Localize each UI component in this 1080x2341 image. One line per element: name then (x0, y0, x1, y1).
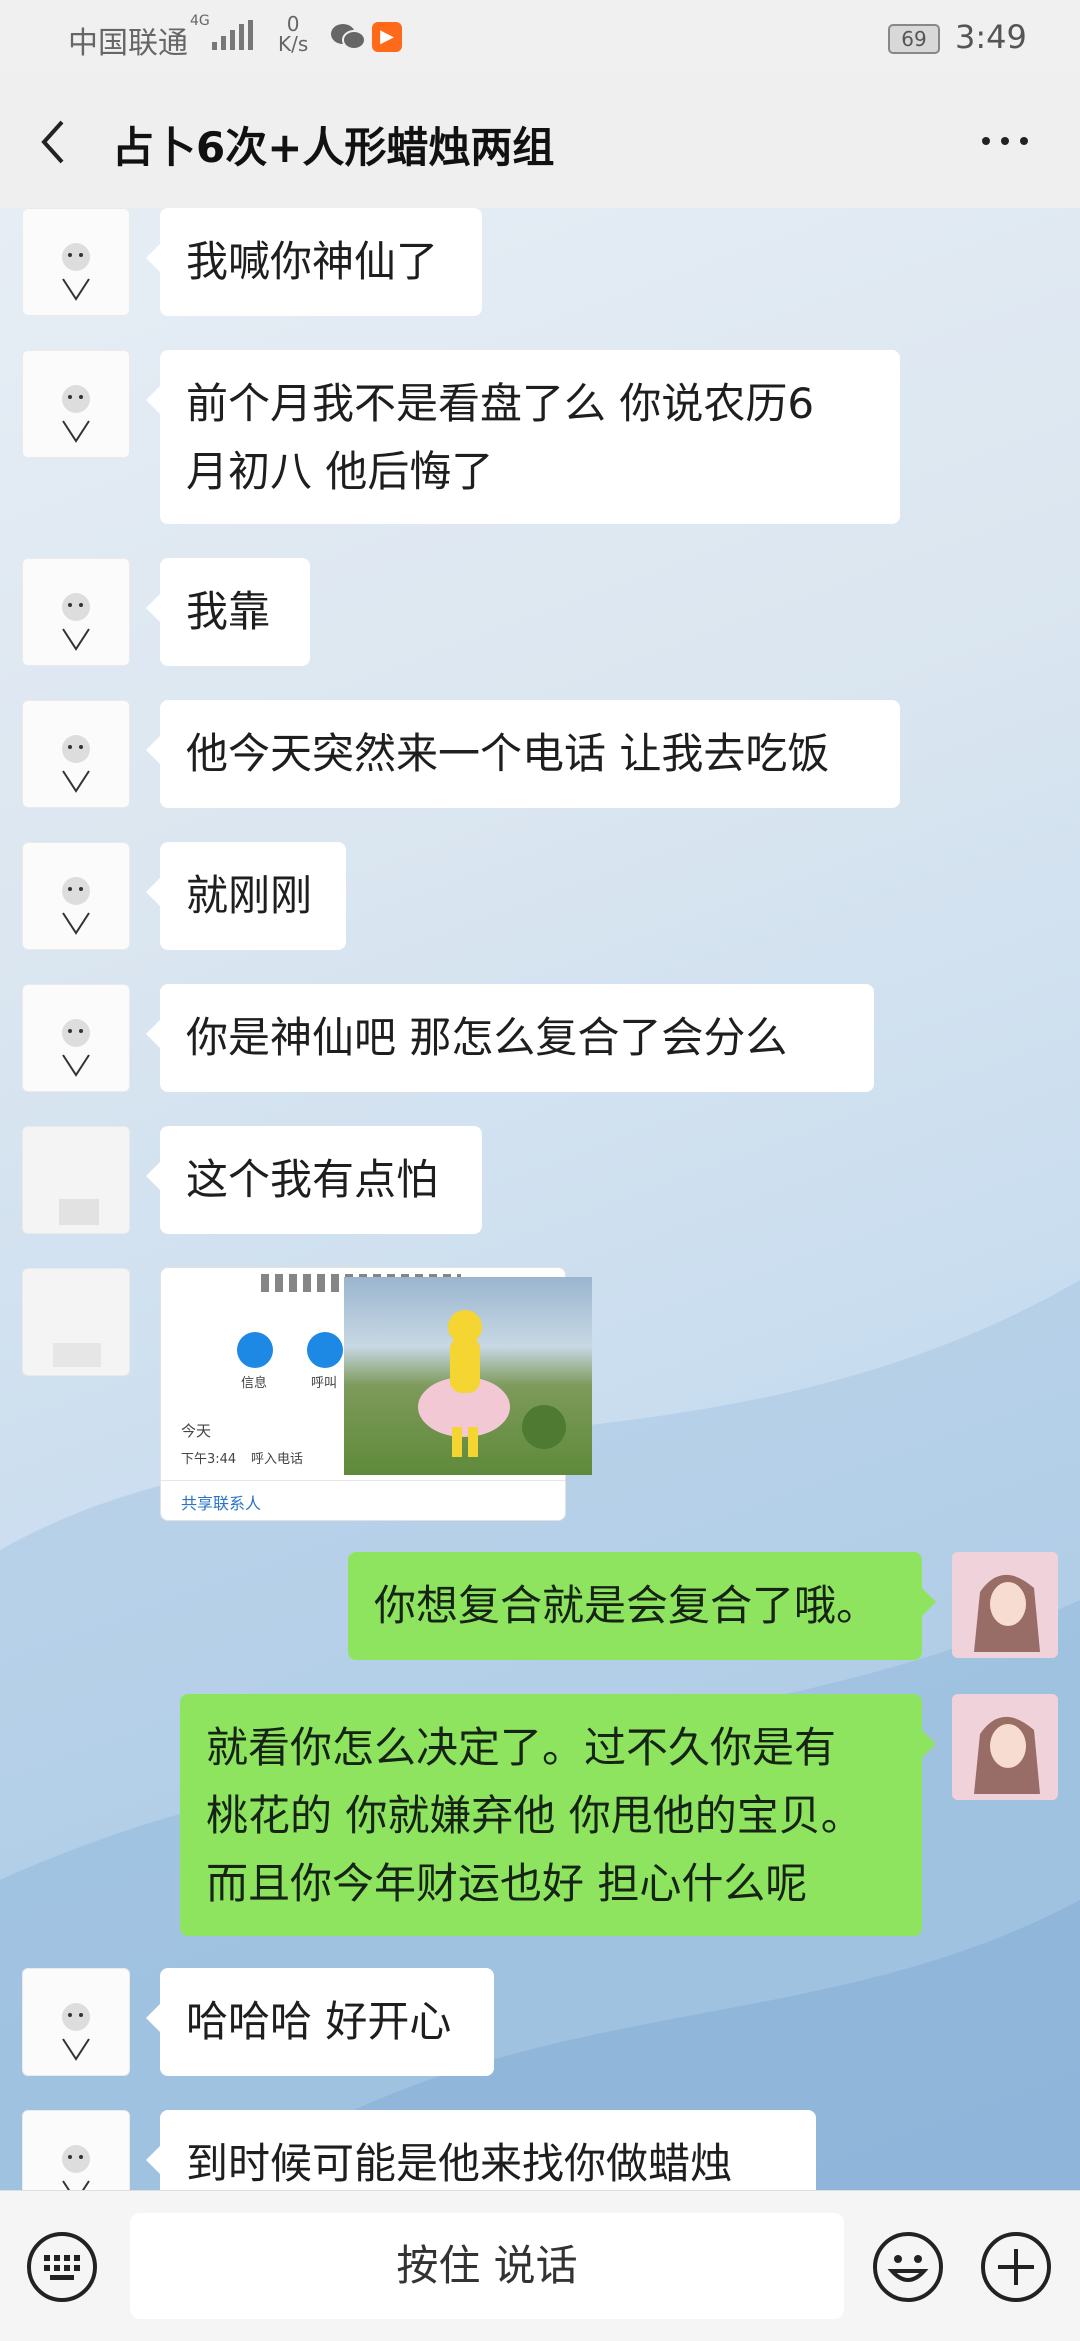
friend-avatar[interactable] (22, 350, 130, 458)
friend-avatar[interactable] (22, 700, 130, 808)
carrier-label: 中国联通 (68, 26, 188, 61)
wechat-icon (331, 24, 366, 50)
friend-avatar[interactable] (22, 842, 130, 950)
message-bubble[interactable]: 就看你怎么决定了。过不久你是有 桃花的 你就嫌弃他 你甩他的宝贝。 而且你今年财… (180, 1694, 936, 1936)
message-bubble[interactable]: 我喊你神仙了 (146, 208, 482, 316)
message-bubble[interactable]: 你想复合就是会复合了哦。 (348, 1552, 936, 1660)
keyboard-icon[interactable] (26, 2231, 98, 2303)
message-bubble[interactable]: 哈哈哈 好开心 (146, 1968, 494, 2076)
clock: 3:49 (955, 18, 1027, 56)
friend-avatar[interactable] (22, 984, 130, 1092)
friend-avatar[interactable] (22, 208, 130, 316)
message-bubble[interactable]: 这个我有点怕 (146, 1126, 482, 1234)
message-bubble[interactable]: 就刚刚 (146, 842, 346, 950)
friend-avatar[interactable] (22, 558, 130, 666)
phone-icon (307, 1332, 343, 1368)
friend-avatar[interactable] (22, 1968, 130, 2076)
status-bar: 中国联通 4G 0 K/s ▶ 69 3:49 (0, 0, 1080, 72)
chat-title: 占卜6次+人形蜡烛两组 (112, 123, 555, 172)
network-type: 4G (190, 13, 210, 29)
friend-avatar[interactable] (22, 1268, 130, 1376)
plus-icon[interactable] (980, 2231, 1052, 2303)
message-icon (237, 1332, 273, 1368)
signal-icon (212, 20, 253, 50)
app-notification-icon: ▶ (372, 22, 402, 52)
emoji-icon[interactable] (872, 2231, 944, 2303)
chevron-left-icon[interactable] (30, 112, 80, 172)
network-speed: 0 K/s (278, 12, 309, 56)
hold-to-talk-button[interactable]: 按住 说话 (130, 2213, 844, 2319)
message-bubble[interactable]: 他今天突然来一个电话 让我去吃饭 (146, 700, 900, 808)
more-dots-icon[interactable] (980, 134, 1030, 148)
input-bar: 按住 说话 (0, 2190, 1080, 2341)
chat-header: 占卜6次+人形蜡烛两组 (0, 72, 1080, 208)
friend-avatar[interactable] (22, 1126, 130, 1234)
battery-indicator: 69 (888, 24, 940, 54)
message-bubble[interactable]: 你是神仙吧 那怎么复合了会分么 (146, 984, 874, 1092)
my-avatar[interactable] (952, 1552, 1058, 1658)
my-avatar[interactable] (952, 1694, 1058, 1800)
sticker-gif-image[interactable] (344, 1277, 592, 1475)
message-bubble[interactable]: 前个月我不是看盘了么 你说农历6 月初八 他后悔了 (146, 350, 900, 524)
message-bubble[interactable]: 我靠 (146, 558, 310, 666)
